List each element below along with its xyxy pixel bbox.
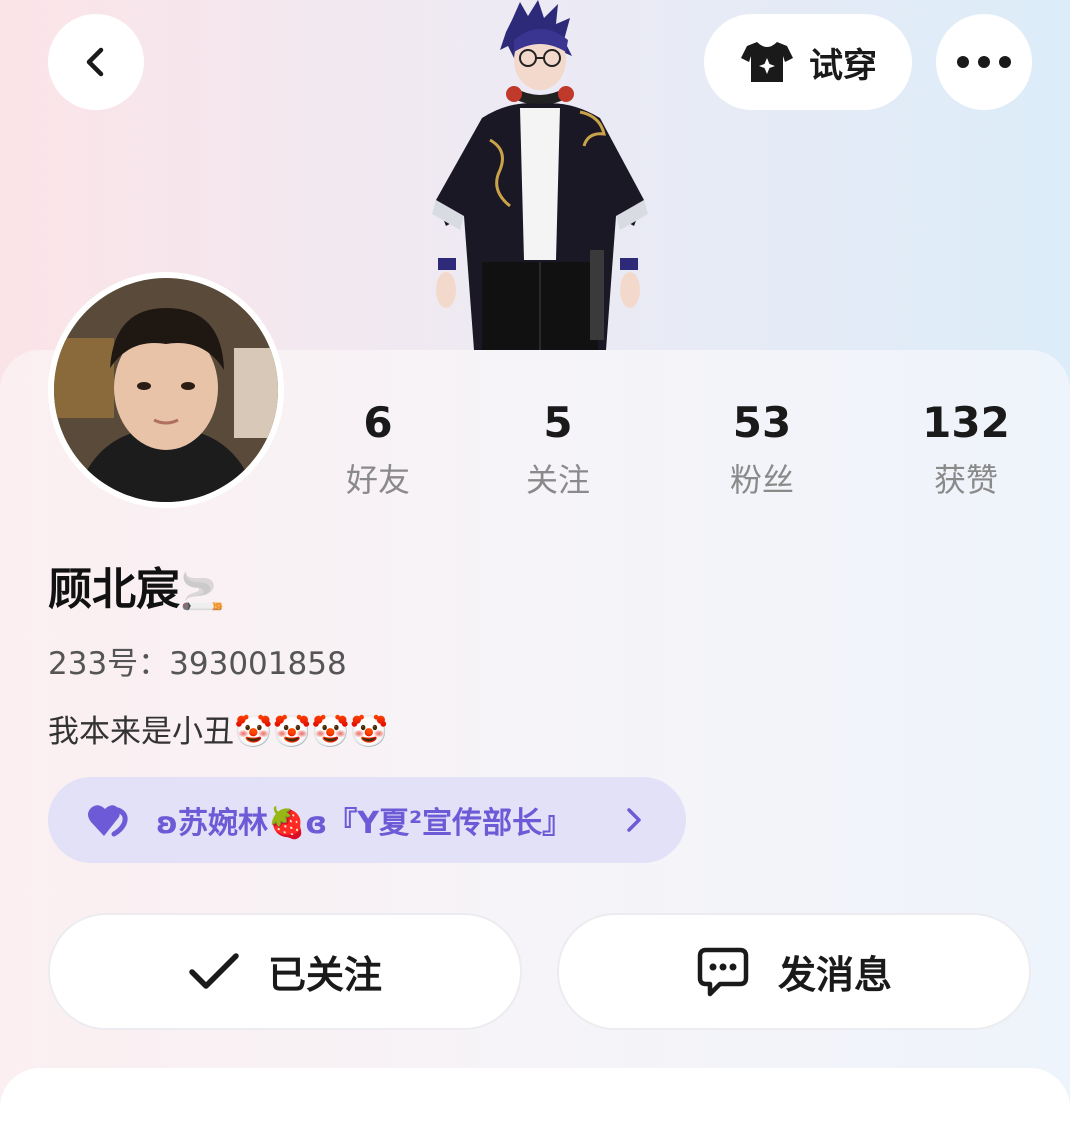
content-section-card bbox=[0, 1068, 1070, 1128]
stat-value: 53 bbox=[732, 398, 792, 447]
stat-value: 6 bbox=[363, 398, 393, 447]
stat-fans[interactable]: 53 粉丝 bbox=[682, 395, 842, 505]
heart-icon bbox=[88, 805, 128, 837]
more-button[interactable] bbox=[936, 14, 1032, 110]
avatar[interactable] bbox=[48, 272, 284, 508]
tshirt-sparkle-icon bbox=[741, 42, 793, 82]
stat-friends[interactable]: 6 好友 bbox=[298, 395, 458, 505]
relationship-text: ʚ苏婉林🍓ɞ『Y夏²宣传部长』 bbox=[156, 806, 573, 841]
stat-following[interactable]: 5 关注 bbox=[478, 395, 638, 505]
followed-label: 已关注 bbox=[267, 953, 382, 997]
more-dots-icon bbox=[957, 56, 1011, 68]
username: 顾北宸🚬 bbox=[48, 560, 225, 623]
chevron-left-icon bbox=[86, 47, 104, 77]
try-on-button[interactable]: 试穿 bbox=[704, 14, 912, 110]
stat-label: 粉丝 bbox=[729, 461, 794, 499]
username-emoji: 🚬 bbox=[180, 572, 225, 613]
username-text: 顾北宸 bbox=[48, 564, 180, 615]
message-label: 发消息 bbox=[777, 953, 892, 997]
avatar-photo bbox=[54, 278, 278, 502]
try-on-label: 试穿 bbox=[809, 45, 877, 86]
user-id[interactable]: 233号：393001858 bbox=[48, 640, 347, 688]
chat-bubble-icon bbox=[697, 947, 749, 996]
chevron-right-icon bbox=[627, 808, 641, 832]
relationship-pill[interactable]: ʚ苏婉林🍓ɞ『Y夏²宣传部长』 bbox=[48, 777, 686, 863]
checkmark-icon bbox=[189, 952, 239, 989]
stat-label: 获赞 bbox=[933, 461, 998, 499]
stat-value: 5 bbox=[543, 398, 573, 447]
bio-text: 我本来是小丑🤡🤡🤡🤡 bbox=[48, 714, 389, 750]
3d-avatar-figure[interactable] bbox=[420, 0, 670, 350]
back-button[interactable] bbox=[48, 14, 144, 110]
followed-button[interactable]: 已关注 bbox=[48, 913, 522, 1030]
stat-label: 好友 bbox=[345, 461, 410, 499]
send-message-button[interactable]: 发消息 bbox=[557, 913, 1031, 1030]
stat-likes[interactable]: 132 获赞 bbox=[886, 395, 1046, 505]
stat-label: 关注 bbox=[525, 461, 590, 499]
stat-value: 132 bbox=[922, 398, 1010, 447]
